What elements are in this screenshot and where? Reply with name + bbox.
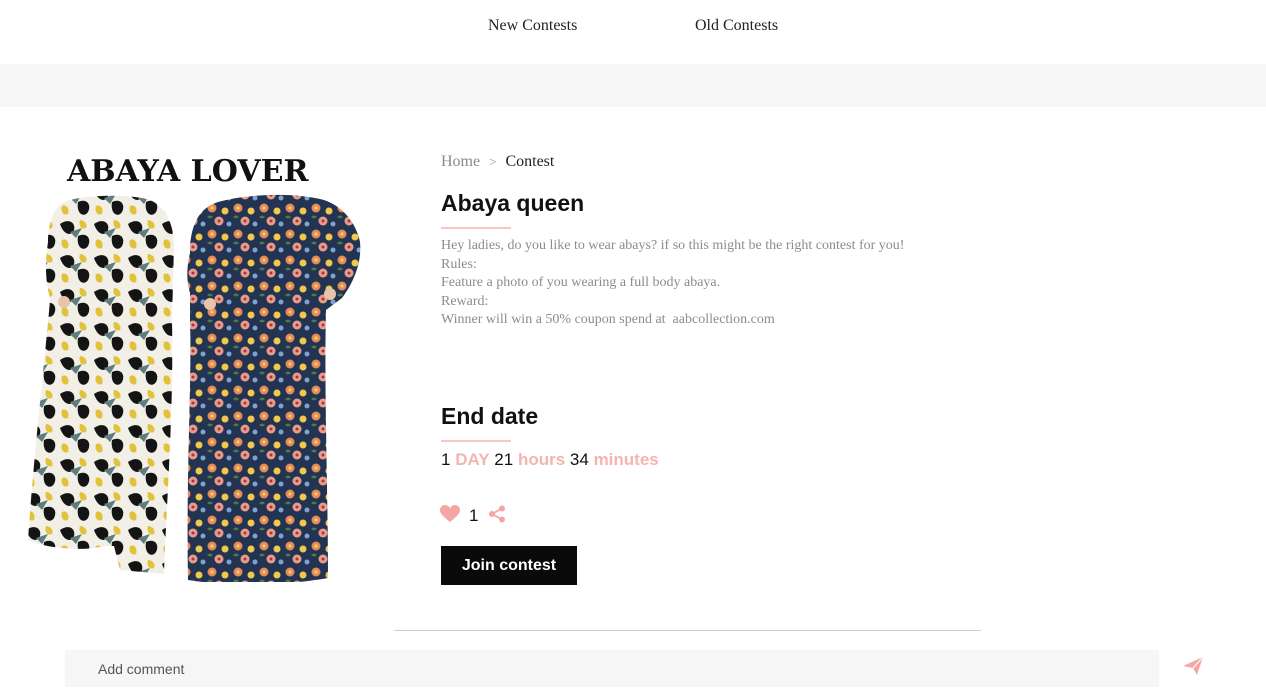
- heart-icon[interactable]: [440, 504, 460, 528]
- end-date-title: End date: [441, 403, 539, 429]
- countdown-days-label: DAY: [455, 450, 490, 469]
- breadcrumb-separator: >: [489, 154, 497, 169]
- description-line: Hey ladies, do you like to wear abays? i…: [441, 238, 905, 253]
- description-line: Reward:: [441, 293, 489, 309]
- top-nav: New Contests Old Contests: [0, 0, 1266, 64]
- nav-old-contests[interactable]: Old Contests: [695, 17, 778, 35]
- header-band: [0, 64, 1266, 107]
- description-line: Rules:: [441, 256, 477, 272]
- likes-row: 1: [440, 504, 506, 528]
- countdown-minutes-label: minutes: [593, 450, 659, 469]
- countdown-days: 1: [441, 450, 451, 469]
- join-contest-button[interactable]: Join contest: [441, 546, 577, 585]
- countdown-minutes: 34: [569, 450, 589, 469]
- contest-title: Abaya queen: [441, 190, 585, 216]
- contest-image: ABAYA LOVER: [28, 154, 361, 582]
- send-icon[interactable]: [1182, 655, 1204, 677]
- description-line: Feature a photo of you wearing a full bo…: [441, 275, 721, 291]
- breadcrumb: Home > Contest: [441, 153, 554, 171]
- comment-input[interactable]: [65, 650, 1159, 687]
- end-date-underline: [441, 440, 511, 442]
- breadcrumb-current: Contest: [505, 153, 555, 170]
- countdown-hours-label: hours: [517, 450, 566, 469]
- share-icon[interactable]: [488, 505, 506, 528]
- breadcrumb-home[interactable]: Home: [441, 153, 480, 170]
- comment-divider: [394, 630, 981, 631]
- like-count: 1: [469, 506, 479, 525]
- description-line: Winner will win a 50% coupon spend at aa…: [441, 312, 775, 328]
- contest-image-heading: ABAYA LOVER: [66, 154, 309, 189]
- title-underline: [441, 227, 511, 229]
- countdown-hours: 21: [494, 450, 514, 469]
- contest-description: Hey ladies, do you like to wear abays? i…: [441, 237, 934, 330]
- nav-new-contests[interactable]: New Contests: [488, 17, 577, 35]
- countdown: 1 DAY 21 hours 34 minutes: [441, 450, 659, 470]
